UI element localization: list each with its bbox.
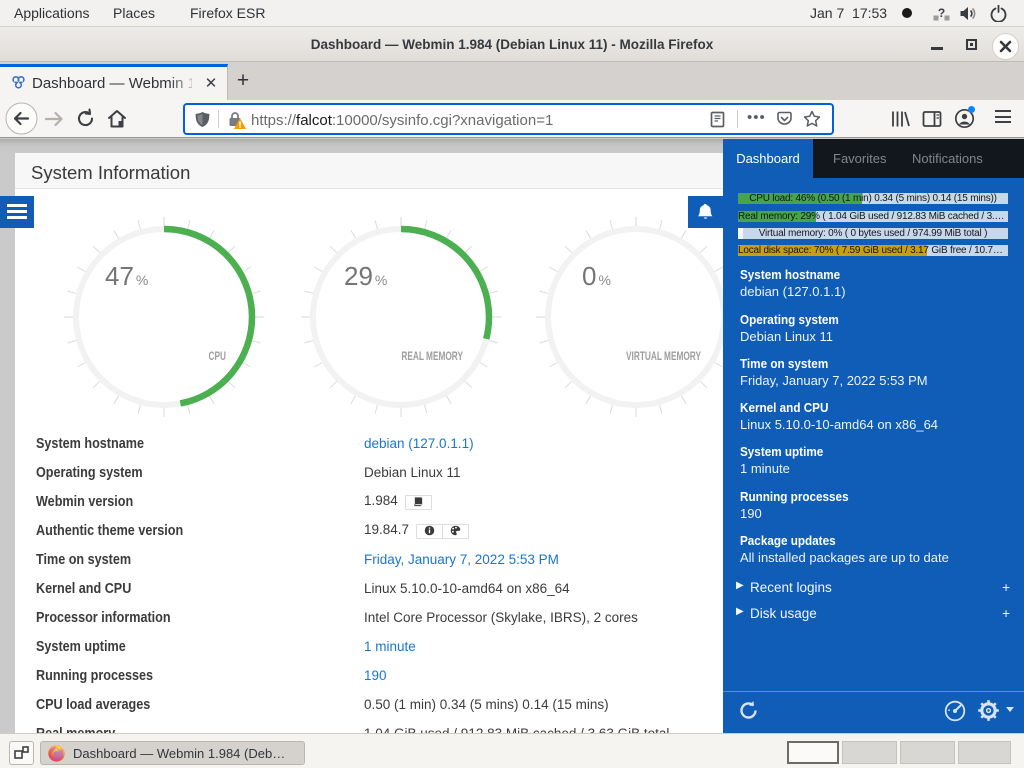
svg-text:?: ? <box>938 6 945 20</box>
